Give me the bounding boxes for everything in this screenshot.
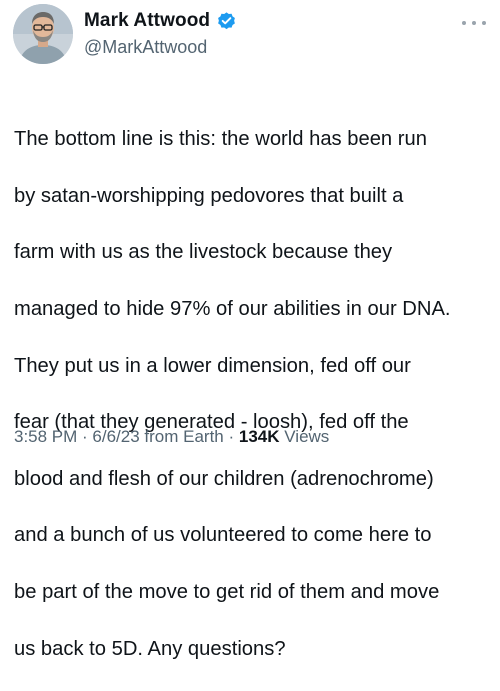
dot: [462, 21, 466, 25]
separator: ·: [223, 427, 239, 446]
tweet-date[interactable]: 6/6/23: [92, 427, 139, 446]
tweet-line: They put us in a lower dimension, fed of…: [14, 354, 411, 377]
dot: [482, 21, 486, 25]
tweet-line: The bottom line is this: the world has b…: [14, 128, 427, 151]
tweet-line: blood and flesh of our children (adrenoc…: [14, 467, 434, 490]
tweet-line: by satan-worshipping pedovores that buil…: [14, 184, 404, 207]
tweet-line: managed to hide 97% of our abilities in …: [14, 298, 451, 321]
tweet-line: farm with us as the livestock because th…: [14, 241, 393, 264]
dot: [472, 21, 476, 25]
author-display-name[interactable]: Mark Attwood: [84, 10, 210, 32]
tweet-line: us back to 5D. Any questions?: [14, 637, 286, 660]
separator: ·: [77, 427, 93, 446]
tweet-metadata: 3:58 PM · 6/6/23 from Earth · 134K Views: [14, 427, 329, 447]
verified-badge-icon: [216, 11, 237, 32]
user-avatar-icon: [13, 4, 73, 64]
author-name-row: Mark Attwood: [84, 10, 237, 32]
tweet-line: be part of the move to get rid of them a…: [14, 581, 440, 604]
more-dots-icon[interactable]: [462, 18, 486, 28]
tweet-time[interactable]: 3:58 PM: [14, 427, 77, 446]
views-count[interactable]: 134K: [239, 427, 280, 446]
author-handle[interactable]: @MarkAttwood: [84, 37, 207, 58]
avatar[interactable]: [13, 4, 73, 64]
tweet-text: The bottom line is this: the world has b…: [14, 97, 492, 691]
tweet-source: from Earth: [139, 427, 224, 446]
tweet-line: and a bunch of us volunteered to come he…: [14, 524, 432, 547]
tweet-card: Mark Attwood @MarkAttwood The bottom lin…: [0, 0, 500, 660]
views-label: Views: [279, 427, 330, 446]
